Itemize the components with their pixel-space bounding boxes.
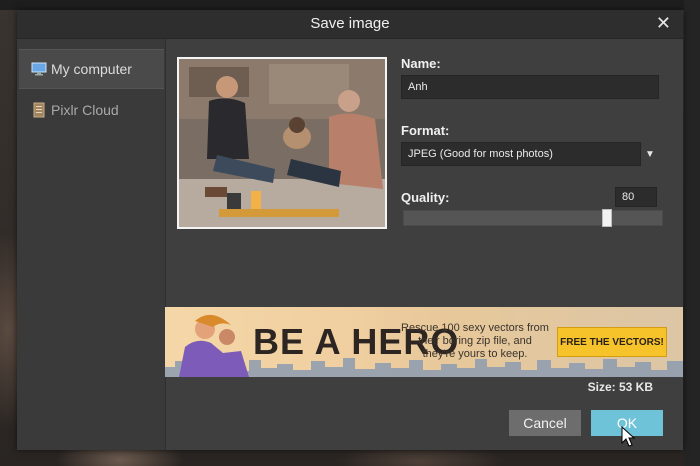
app-top-bar	[0, 0, 700, 10]
sidebar-item-label: My computer	[51, 61, 132, 77]
image-preview	[177, 57, 387, 229]
quality-slider-handle[interactable]	[602, 209, 612, 227]
sidebar-item-pixlr-cloud[interactable]: Pixlr Cloud	[19, 91, 164, 129]
cloud-storage-icon	[33, 102, 45, 118]
preview-photo	[179, 59, 385, 227]
ad-banner[interactable]: BE A HERO Rescue 100 sexy vectors from t…	[165, 307, 683, 377]
sidebar-item-my-computer[interactable]: My computer	[19, 49, 164, 89]
close-icon[interactable]: ✕	[656, 14, 671, 32]
sidebar-item-label: Pixlr Cloud	[51, 102, 119, 118]
ad-copy: Rescue 100 sexy vectors from their borin…	[401, 322, 549, 360]
quality-slider[interactable]	[403, 209, 663, 227]
format-label: Format:	[401, 123, 450, 138]
name-input[interactable]	[401, 75, 659, 99]
save-location-sidebar: My computer Pixlr Cloud	[17, 39, 166, 450]
quality-input[interactable]	[615, 187, 657, 207]
mouse-pointer-icon	[621, 426, 636, 447]
cancel-button[interactable]: Cancel	[509, 410, 581, 436]
save-image-dialog: Save image ✕ My computer Pixlr Cloud Nam…	[17, 10, 683, 450]
name-label: Name:	[401, 56, 441, 71]
chevron-down-icon[interactable]: ▼	[645, 149, 655, 160]
format-select[interactable]: JPEG (Good for most photos)	[401, 142, 641, 166]
format-selected-value: JPEG (Good for most photos)	[408, 148, 553, 160]
quality-label: Quality:	[401, 190, 450, 205]
file-size-readout: Size: 53 KB	[587, 380, 653, 394]
app-right-edge	[684, 0, 700, 466]
monitor-icon	[31, 62, 47, 76]
ad-cta-button[interactable]: FREE THE VECTORS!	[557, 327, 667, 357]
dialog-title: Save image	[310, 15, 390, 32]
hero-illustration	[179, 314, 249, 377]
dialog-titlebar: Save image ✕	[17, 10, 683, 39]
